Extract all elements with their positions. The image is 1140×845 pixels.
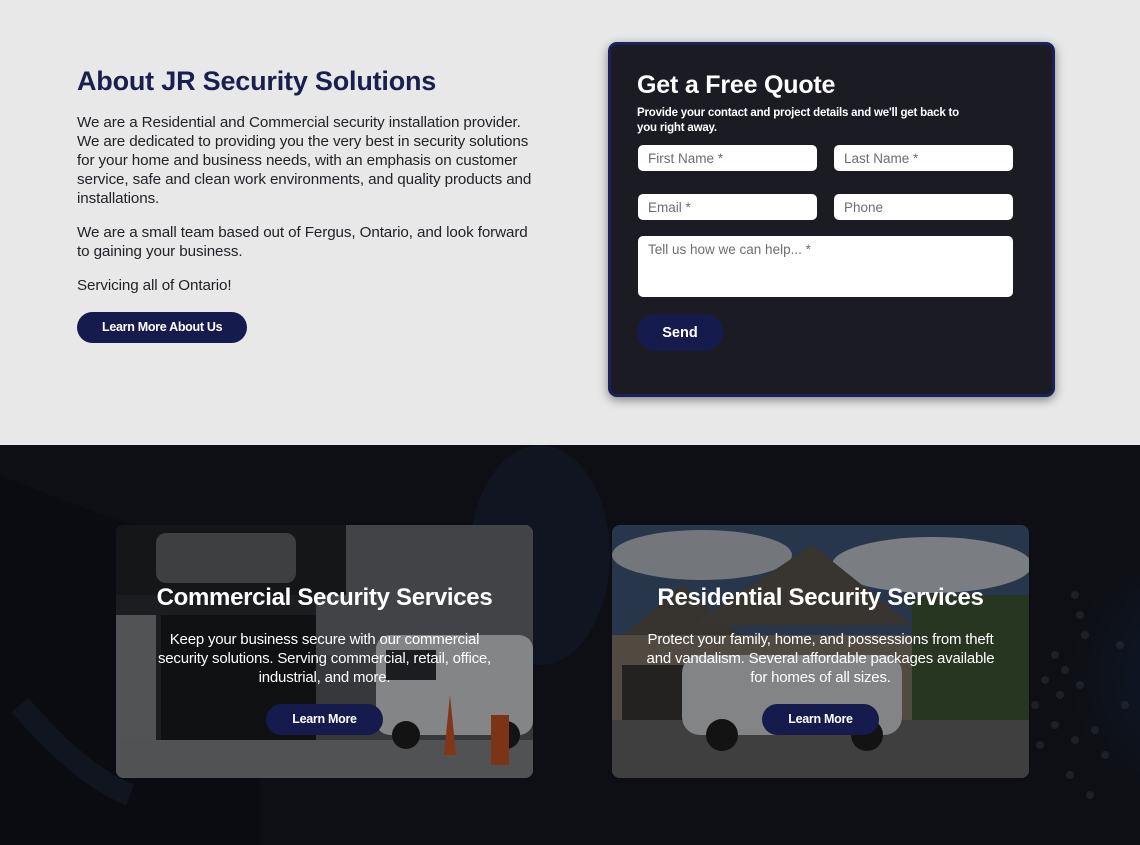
services-section: Commercial Security Services Keep your b… (0, 445, 1140, 845)
quote-form: Get a Free Quote Provide your contact an… (608, 42, 1055, 397)
card-title: Commercial Security Services (156, 584, 493, 611)
email-input[interactable] (637, 193, 818, 221)
commercial-service-card: Commercial Security Services Keep your b… (116, 525, 533, 778)
card-description: Keep your business secure with our comme… (157, 631, 492, 686)
card-content: Commercial Security Services Keep your b… (116, 525, 533, 735)
about-paragraph: Servicing all of Ontario! (77, 277, 232, 294)
commercial-learn-more-button[interactable]: Learn More (266, 704, 383, 735)
name-row (637, 144, 1026, 172)
residential-learn-more-button[interactable]: Learn More (762, 704, 879, 735)
card-description: Protect your family, home, and possessio… (646, 631, 995, 686)
about-block: About JR Security Solutions We are a Res… (77, 66, 537, 343)
send-button[interactable]: Send (637, 314, 723, 351)
first-name-input[interactable] (637, 144, 818, 172)
contact-row (637, 193, 1026, 221)
message-textarea[interactable] (637, 235, 1014, 298)
last-name-input[interactable] (833, 144, 1014, 172)
residential-service-card: Residential Security Services Protect yo… (612, 525, 1029, 778)
about-paragraph: We are a small team based out of Fergus,… (77, 224, 528, 260)
about-paragraph: We are a Residential and Commercial secu… (77, 114, 532, 207)
learn-more-about-us-button[interactable]: Learn More About Us (77, 312, 248, 343)
about-section: About JR Security Solutions We are a Res… (0, 0, 1140, 445)
about-title: About JR Security Solutions (77, 66, 437, 96)
quote-form-subtitle: Provide your contact and project details… (637, 107, 959, 134)
card-content: Residential Security Services Protect yo… (612, 525, 1029, 735)
quote-form-title: Get a Free Quote (637, 71, 836, 99)
card-title: Residential Security Services (657, 584, 984, 611)
phone-input[interactable] (833, 193, 1014, 221)
